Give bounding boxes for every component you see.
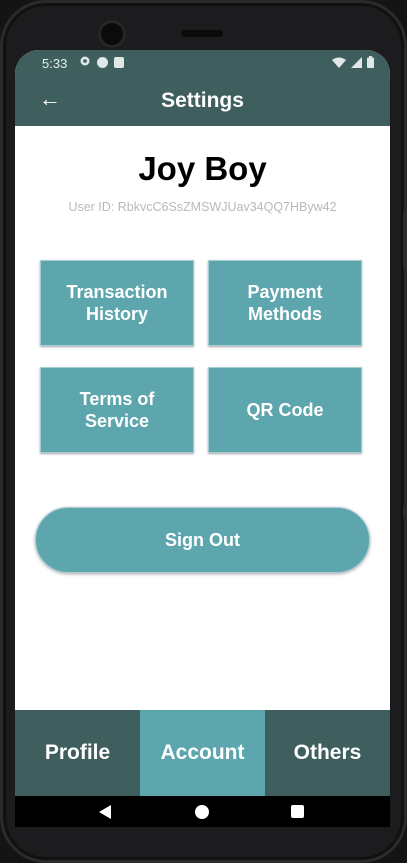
system-nav-bar — [15, 796, 390, 827]
wifi-icon — [332, 56, 346, 71]
app-bar: ← Settings — [15, 76, 390, 126]
status-right-icons — [332, 56, 374, 71]
phone-frame: 5:33 ← Settings Joy Boy User ID: RbkvcC6… — [0, 0, 407, 863]
system-home-icon[interactable] — [195, 805, 209, 819]
status-bar: 5:33 — [15, 50, 390, 76]
transaction-history-button[interactable]: Transaction History — [40, 260, 194, 346]
signal-icon — [351, 56, 362, 71]
side-button — [403, 210, 407, 270]
tab-profile[interactable]: Profile — [15, 710, 140, 796]
front-camera — [101, 23, 123, 45]
terms-of-service-button[interactable]: Terms of Service — [40, 367, 194, 453]
user-id: User ID: RbkvcC6SsZMSWJUav34QQ7HByw42 — [68, 200, 337, 214]
qr-code-button[interactable]: QR Code — [208, 367, 362, 453]
system-back-icon[interactable] — [99, 805, 111, 819]
battery-icon — [367, 56, 374, 71]
payment-methods-button[interactable]: Payment Methods — [208, 260, 362, 346]
app-screen: 5:33 ← Settings Joy Boy User ID: RbkvcC6… — [15, 50, 390, 827]
sign-out-button[interactable]: Sign Out — [35, 507, 370, 573]
side-button-lower — [403, 505, 407, 519]
status-time: 5:33 — [42, 56, 68, 71]
gear-icon — [79, 55, 91, 70]
tab-account[interactable]: Account — [140, 710, 265, 796]
android-icon — [97, 57, 108, 68]
bottom-nav: Profile Account Others — [15, 710, 390, 796]
status-left-icons — [79, 55, 124, 70]
page-title: Settings — [161, 89, 244, 112]
sd-card-icon — [114, 57, 124, 68]
tab-others[interactable]: Others — [265, 710, 390, 796]
user-name: Joy Boy — [138, 150, 267, 187]
earpiece-speaker — [181, 30, 223, 37]
system-recents-icon[interactable] — [291, 805, 304, 818]
